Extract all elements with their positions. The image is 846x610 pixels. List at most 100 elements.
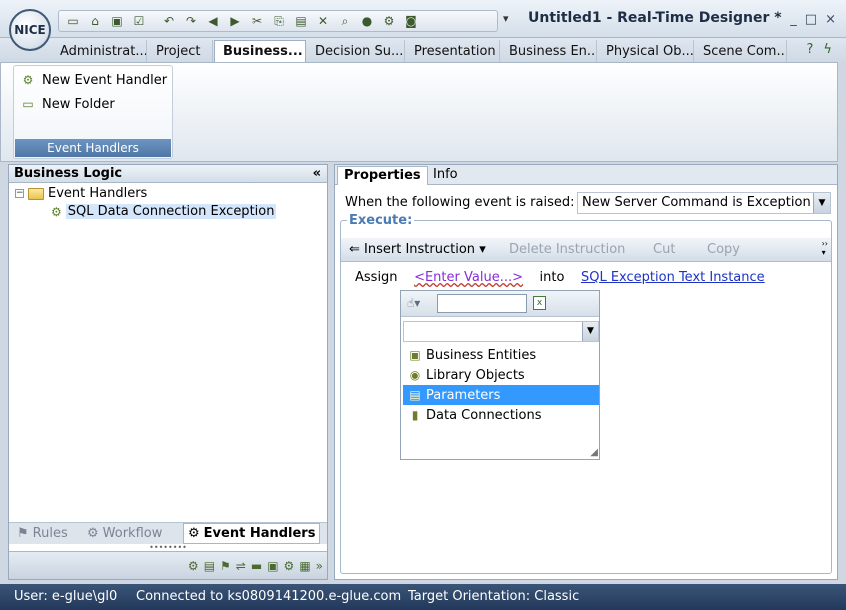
close-button[interactable]: × xyxy=(825,12,836,27)
window-title: Untitled1 - Real-Time Designer * xyxy=(528,10,782,26)
tab-scene-components[interactable]: Scene Com... xyxy=(695,40,787,62)
insert-instruction-button[interactable]: ⇐ Insert Instruction ▾ xyxy=(349,242,486,257)
list-item-library-objects[interactable]: ◉ Library Objects xyxy=(403,365,599,385)
title-bar: NICE ▭ ⌂ ▣ ☑ ↶ ↷ ◀ ▶ ✂ ⎘ ▤ ✕ ⌕ ● ⚙ ◙ ▾ U… xyxy=(0,0,846,51)
undo-icon[interactable]: ↶ xyxy=(159,12,179,30)
resize-grip-icon[interactable]: ◢ xyxy=(590,448,598,458)
maximize-button[interactable]: □ xyxy=(805,12,817,27)
chevron-down-icon: ▾ xyxy=(479,242,486,257)
forward-icon[interactable]: ▶ xyxy=(225,12,245,30)
status-user: User: e-glue\gl0 xyxy=(14,589,118,604)
new-folder-button[interactable]: ▭ New Folder xyxy=(20,94,114,114)
event-handler-icon: ⚙ xyxy=(51,204,62,219)
list-item-data-connections[interactable]: ▮ Data Connections xyxy=(403,405,599,425)
app-logo[interactable]: NICE xyxy=(9,9,51,51)
delete-icon[interactable]: ✕ xyxy=(313,12,333,30)
open-icon[interactable]: ⌂ xyxy=(85,12,105,30)
list-item-label: Library Objects xyxy=(426,367,525,383)
tab-presentation[interactable]: Presentation xyxy=(406,40,500,62)
object-nav-icon[interactable]: ⚙ xyxy=(284,559,295,573)
event-select-value: New Server Command is Exception xyxy=(582,195,811,210)
new-event-handler-label: New Event Handler xyxy=(42,72,168,88)
debug-icon[interactable]: ⚙ xyxy=(379,12,399,30)
presentation-nav-icon[interactable]: ▬ xyxy=(251,559,262,573)
tab-rules[interactable]: ⚑ Rules xyxy=(17,526,68,541)
minimize-button[interactable]: _ xyxy=(790,12,797,27)
list-item-parameters[interactable]: ▤ Parameters xyxy=(403,385,599,405)
enter-value-link[interactable]: <Enter Value...> xyxy=(414,270,523,285)
navigator-tabs: ⚑ Rules ⚙ Workflow ⚙ Event Handlers xyxy=(9,522,327,544)
back-icon[interactable]: ◀ xyxy=(203,12,223,30)
new-icon[interactable]: ▭ xyxy=(63,12,83,30)
tab-decision-support[interactable]: Decision Su... xyxy=(307,40,405,62)
chevron-down-icon[interactable]: ▼ xyxy=(813,193,830,213)
delete-instruction-button[interactable]: Delete Instruction xyxy=(509,242,625,257)
tab-event-handlers-label: Event Handlers xyxy=(203,526,316,541)
ribbon-group-event-handlers: ⚙ New Event Handler ▭ New Folder Event H… xyxy=(13,65,173,159)
quick-access-more-button[interactable]: ▾ xyxy=(503,12,509,25)
list-item-label: Parameters xyxy=(426,387,501,403)
chevron-down-icon[interactable]: ▼ xyxy=(582,322,598,341)
toolbar-overflow-icon[interactable]: ›› ▾ xyxy=(822,239,828,257)
save-check-icon[interactable]: ☑ xyxy=(129,12,149,30)
tab-business-entities[interactable]: Business En... xyxy=(501,40,597,62)
library-icon: ◉ xyxy=(409,368,421,382)
window-controls: _ □ × xyxy=(790,12,836,27)
insert-instruction-label: Insert Instruction xyxy=(364,242,476,257)
decision-nav-icon[interactable]: ⇌ xyxy=(236,559,246,573)
business-entity-icon: ▣ xyxy=(409,348,421,362)
tab-physical-objects[interactable]: Physical Ob... xyxy=(598,40,694,62)
source-list: ▣ Business Entities ◉ Library Objects ▤ … xyxy=(403,345,599,425)
pin-icon[interactable]: ϟ xyxy=(823,42,832,57)
database-icon: ▮ xyxy=(411,408,419,422)
assign-instruction: Assign <Enter Value...> into SQL Excepti… xyxy=(355,270,765,285)
scene-nav-icon[interactable]: ▦ xyxy=(299,559,310,573)
ribbon-panel: ⚙ New Event Handler ▭ New Folder Event H… xyxy=(0,62,838,162)
tab-business-logic[interactable]: Business... xyxy=(214,40,306,62)
tree-node-sql-data-connection-exception[interactable]: ⚙ SQL Data Connection Exception xyxy=(51,204,277,219)
excel-icon[interactable]: x xyxy=(533,296,546,310)
status-orientation: Target Orientation: Classic xyxy=(408,589,580,604)
copy-button[interactable]: Copy xyxy=(707,242,740,257)
cut-icon[interactable]: ✂ xyxy=(247,12,267,30)
tab-info[interactable]: Info xyxy=(427,166,464,185)
tab-event-handlers[interactable]: ⚙ Event Handlers xyxy=(183,523,321,544)
workflow-nav-icon[interactable]: ⚙ xyxy=(188,559,199,573)
search-input[interactable] xyxy=(437,294,527,313)
pane-header: Business Logic « xyxy=(9,165,327,183)
target-instance-link[interactable]: SQL Exception Text Instance xyxy=(581,270,765,285)
collapse-pane-button[interactable]: « xyxy=(313,165,321,183)
execute-toolbar: ⇐ Insert Instruction ▾ Delete Instructio… xyxy=(341,238,831,262)
ribbon-help-area: ? ϟ xyxy=(807,42,832,57)
help-icon[interactable]: ? xyxy=(807,42,814,57)
tree-expander[interactable]: − xyxy=(15,189,24,198)
new-event-handler-button[interactable]: ⚙ New Event Handler xyxy=(20,70,167,90)
status-bar: User: e-glue\gl0 Connected to ks08091412… xyxy=(0,584,846,610)
list-nav-icon[interactable]: ▤ xyxy=(204,559,215,573)
entity-nav-icon[interactable]: ▣ xyxy=(267,559,278,573)
event-select[interactable]: New Server Command is Exception ▼ xyxy=(577,192,831,214)
tab-project[interactable]: Project xyxy=(148,40,213,62)
paste-icon[interactable]: ▤ xyxy=(291,12,311,30)
quick-access-toolbar: ▭ ⌂ ▣ ☑ ↶ ↷ ◀ ▶ ✂ ⎘ ▤ ✕ ⌕ ● ⚙ ◙ xyxy=(58,10,498,32)
status-connection: Connected to ks0809141200.e-glue.com xyxy=(136,589,402,604)
overflow-icon[interactable]: » xyxy=(316,559,323,573)
list-item-business-entities[interactable]: ▣ Business Entities xyxy=(403,345,599,365)
redo-icon[interactable]: ↷ xyxy=(181,12,201,30)
cut-button[interactable]: Cut xyxy=(653,242,675,257)
hand-icon[interactable]: ☝▾ xyxy=(407,296,420,310)
save-icon[interactable]: ▣ xyxy=(107,12,127,30)
run-icon[interactable]: ● xyxy=(357,12,377,30)
copy-icon[interactable]: ⎘ xyxy=(269,12,289,30)
tab-properties[interactable]: Properties xyxy=(337,166,428,185)
tab-administration[interactable]: Administrat... xyxy=(52,40,147,62)
find-icon[interactable]: ⌕ xyxy=(335,12,355,30)
tab-workflow[interactable]: ⚙ Workflow xyxy=(87,526,162,541)
value-picker-popup: ☝▾ x ▼ ▣ Business Entities ◉ Library Obj… xyxy=(400,290,600,460)
insert-icon: ⇐ xyxy=(349,242,360,257)
rules-nav-icon[interactable]: ⚑ xyxy=(220,559,231,573)
popup-combo[interactable]: ▼ xyxy=(403,321,599,342)
tree-node-event-handlers[interactable]: − Event Handlers xyxy=(15,186,147,201)
event-handler-icon: ⚙ xyxy=(188,526,200,541)
screenshot-icon[interactable]: ◙ xyxy=(401,12,421,30)
